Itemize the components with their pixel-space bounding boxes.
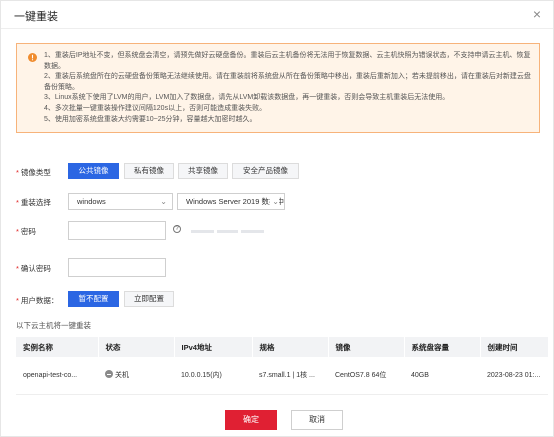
password-strength-bar [191, 230, 214, 233]
notice-item: 1、重装后IP地址不变，但系统盘会清空，请预先做好云硬盘备份。重装后云主机备份将… [44, 52, 531, 70]
reinstall-dialog: 一键重装 × 1、重装后IP地址不变，但系统盘会清空，请预先做好云硬盘备份。重装… [0, 0, 554, 437]
column-header: 实例名称 [16, 337, 99, 357]
image-type-security[interactable]: 安全产品镜像 [232, 163, 299, 179]
reinstall-note: 以下云主机将一键重装 [16, 321, 91, 330]
cell-disk: 40GB [404, 357, 480, 395]
confirm-button[interactable]: 确定 [225, 410, 277, 430]
image-type-private[interactable]: 私有镜像 [124, 163, 174, 179]
notice-item: 3、Linux系统下使用了LVM的用户，LVM加入了数据盘，请先从LVM卸载该数… [44, 94, 450, 102]
warning-notice: 1、重装后IP地址不变，但系统盘会清空，请预先做好云硬盘备份。重装后云主机备份将… [16, 43, 540, 133]
instance-table: 实例名称 状态 IPv4地址 规格 镜像 系统盘容量 创建时间 openapi-… [16, 337, 549, 395]
close-icon[interactable]: × [533, 6, 541, 22]
os-select-value: windows [77, 197, 106, 206]
os-select[interactable]: windows ⌄ [68, 193, 173, 210]
confirm-password-label: * 确认密码 [16, 264, 51, 273]
column-header: 规格 [252, 337, 329, 357]
cell-ipv4: 10.0.0.15(内) [174, 357, 252, 395]
user-data-skip[interactable]: 暂不配置 [68, 291, 119, 307]
password-strength-bar [217, 230, 238, 233]
password-input[interactable] [68, 221, 166, 240]
column-header: 状态 [98, 337, 175, 357]
warning-icon [28, 53, 37, 62]
notice-item: 2、重装后系统盘所在的云硬盘备份策略无法继续使用。请在重装前将系统盘从所在备份策… [44, 73, 531, 91]
chevron-down-icon: ⌄ [270, 194, 279, 209]
help-icon[interactable]: ? [173, 225, 181, 233]
column-header: 镜像 [328, 337, 405, 357]
image-type-public[interactable]: 公共镜像 [68, 163, 119, 179]
dialog-title: 一键重装 [14, 11, 58, 23]
cell-status: 关机 [98, 357, 174, 395]
image-type-shared[interactable]: 共享镜像 [178, 163, 228, 179]
version-select[interactable]: Windows Server 2019 数据中心版 ⌄ [177, 193, 285, 210]
password-label: * 密码 [16, 227, 36, 236]
reinstall-select-label: * 重装选择 [16, 198, 51, 207]
column-header: 创建时间 [480, 337, 549, 357]
chevron-down-icon: ⌄ [160, 197, 167, 206]
cell-image: CentOS7.8 64位 [328, 357, 404, 395]
notice-item: 5、使用加密系统盘重装大约需要10~25分钟，容量越大加密时越久。 [44, 115, 257, 123]
password-strength-bar [241, 230, 264, 233]
image-type-label: * 镜像类型 [16, 168, 51, 177]
dialog-header: 一键重装 × [1, 1, 553, 29]
user-data-configure[interactable]: 立即配置 [124, 291, 174, 307]
cancel-button[interactable]: 取消 [291, 410, 343, 430]
cell-spec: s7.small.1 | 1核 ... [252, 357, 328, 395]
column-header: IPv4地址 [174, 337, 253, 357]
user-data-label: * 用户数据： [16, 296, 59, 305]
cell-instance-name: openapi-test-co... [16, 357, 98, 395]
stopped-status-icon [105, 370, 113, 379]
column-header: 系统盘容量 [404, 337, 481, 357]
confirm-password-input[interactable] [68, 258, 166, 277]
notice-item: 4、多次批量一键重装操作建议间隔120s以上，否则可能造成重装失败。 [44, 104, 267, 112]
table-row: openapi-test-co... 关机 10.0.0.15(内) s7.sm… [16, 357, 548, 395]
status-text: 关机 [115, 372, 129, 380]
cell-created: 2023-08-23 01:... [480, 357, 548, 395]
table-header-row: 实例名称 状态 IPv4地址 规格 镜像 系统盘容量 创建时间 [16, 337, 549, 357]
notice-list: 1、重装后IP地址不变，但系统盘会清空，请预先做好云硬盘备份。重装后云主机备份将… [44, 51, 534, 125]
